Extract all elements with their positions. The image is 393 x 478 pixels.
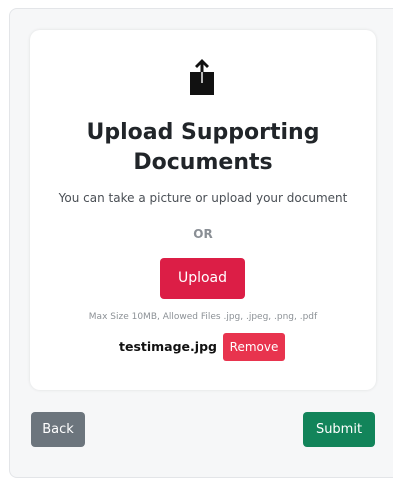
page-title: Upload Supporting Documents: [86, 120, 320, 175]
uploaded-file-name: testimage.jpg: [119, 339, 217, 354]
back-button[interactable]: Back: [31, 412, 85, 447]
remove-file-button[interactable]: Remove: [223, 333, 285, 361]
share-upload-icon: [188, 59, 216, 97]
upload-instructions: You can take a picture or upload your do…: [58, 191, 348, 205]
submit-button[interactable]: Submit: [303, 412, 375, 447]
file-requirements-hint: Max Size 10MB, Allowed Files .jpg, .jpeg…: [88, 312, 318, 322]
upload-button[interactable]: Upload: [160, 258, 245, 299]
or-separator: OR: [193, 227, 213, 241]
